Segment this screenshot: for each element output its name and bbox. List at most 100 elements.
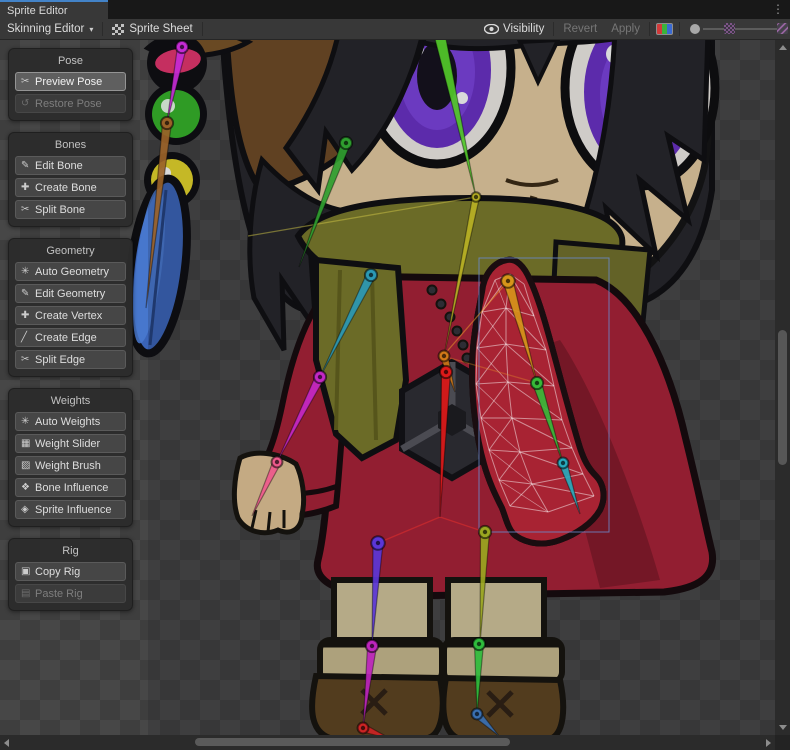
visibility-label: Visibility — [503, 23, 544, 35]
auto-weights-button[interactable]: ✳Auto Weights — [15, 412, 126, 431]
tool-button-label: Edit Geometry — [35, 288, 105, 300]
tab-bar: Sprite Editor ⋮ — [0, 0, 790, 19]
split-bone-button[interactable]: ✂Split Bone — [15, 200, 126, 219]
restore-pose-button[interactable]: ↺Restore Pose — [15, 94, 126, 113]
bone-influence-icon: ❖ — [21, 482, 35, 493]
tool-group-pose: Pose ✂Preview Pose ↺Restore Pose — [8, 48, 133, 121]
scroll-down-icon[interactable] — [779, 725, 787, 730]
tool-button-label: Copy Rig — [35, 566, 80, 578]
vertical-scrollbar[interactable] — [775, 40, 790, 735]
scroll-right-icon[interactable] — [766, 739, 771, 747]
weight-slider-button[interactable]: ▦Weight Slider — [15, 434, 126, 453]
scroll-up-icon[interactable] — [779, 45, 787, 50]
revert-button[interactable]: Revert — [556, 19, 604, 39]
sprite-opacity-slider[interactable] — [688, 19, 788, 39]
panel-title: Bones — [15, 137, 126, 153]
toolbar: Skinning Editor ▾ Sprite Sheet Visibilit… — [0, 19, 790, 40]
tab-title: Sprite Editor — [7, 5, 68, 17]
tool-button-label: Restore Pose — [35, 98, 102, 110]
scroll-left-icon[interactable] — [4, 739, 9, 747]
bone-color-toggle[interactable] — [656, 23, 673, 35]
tool-group-geometry: Geometry✳Auto Geometry✎Edit Geometry✚Cre… — [8, 238, 133, 377]
chevron-down-icon: ▾ — [89, 25, 93, 34]
tool-button-label: Sprite Influence — [35, 504, 111, 516]
create-edge-button[interactable]: ╱Create Edge — [15, 328, 126, 347]
sprite-sheet-button[interactable]: Sprite Sheet — [105, 19, 199, 39]
panel-title: Geometry — [15, 243, 126, 259]
toolbar-separator — [649, 22, 650, 36]
tool-button-label: Bone Influence — [35, 482, 108, 494]
bone-influence-button[interactable]: ❖Bone Influence — [15, 478, 126, 497]
tool-button-label: Create Vertex — [35, 310, 102, 322]
sprite-opacity-icon — [724, 23, 735, 34]
vertical-scrollbar-thumb[interactable] — [778, 330, 787, 465]
mesh-opacity-icon — [777, 23, 788, 34]
tool-button-label: Weight Brush — [35, 460, 101, 472]
weight-slider-icon: ▦ — [21, 438, 35, 449]
edit-geometry-icon: ✎ — [21, 288, 35, 299]
create-vertex-icon: ✚ — [21, 310, 35, 321]
auto-weights-icon: ✳ — [21, 416, 35, 427]
tool-button-label: Paste Rig — [35, 588, 83, 600]
create-vertex-button[interactable]: ✚Create Vertex — [15, 306, 126, 325]
restore-pose-icon: ↺ — [21, 98, 35, 109]
revert-label: Revert — [563, 23, 597, 35]
overflow-menu-icon[interactable]: ⋮ — [772, 1, 784, 18]
edit-geometry-button[interactable]: ✎Edit Geometry — [15, 284, 126, 303]
skinning-editor-dropdown[interactable]: Skinning Editor ▾ — [0, 19, 100, 39]
toolbar-right: Visibility Revert Apply — [477, 19, 788, 39]
paste-rig-icon: ▤ — [21, 588, 35, 599]
tool-button-label: Create Bone — [35, 182, 97, 194]
tool-panels: Pose✂Preview Pose↺Restore PoseBones✎Edit… — [8, 48, 133, 622]
split-bone-icon: ✂ — [21, 204, 35, 215]
tool-button-label: Edit Bone — [35, 160, 83, 172]
sprite-influence-icon: ◈ — [21, 504, 35, 515]
auto-geometry-button[interactable]: ✳Auto Geometry — [15, 262, 126, 281]
copy-rig-button[interactable]: ▣Copy Rig — [15, 562, 126, 581]
split-edge-icon: ✂ — [21, 354, 35, 365]
tab-sprite-editor[interactable]: Sprite Editor — [0, 0, 108, 19]
visibility-button[interactable]: Visibility — [477, 19, 551, 39]
tool-group-rig: Rig▣Copy Rig▤Paste Rig — [8, 538, 133, 611]
horizontal-scrollbar-thumb[interactable] — [195, 738, 510, 746]
toolbar-separator — [202, 22, 203, 36]
apply-button[interactable]: Apply — [604, 19, 647, 39]
toolbar-separator — [679, 22, 680, 36]
paste-rig-button[interactable]: ▤Paste Rig — [15, 584, 126, 603]
tool-group-bones: Bones✎Edit Bone✚Create Bone✂Split Bone — [8, 132, 133, 227]
horizontal-scrollbar[interactable] — [0, 735, 775, 750]
tool-button-label: Weight Slider — [35, 438, 100, 450]
preview-pose-button[interactable]: ✂Preview Pose — [15, 72, 126, 91]
toolbar-separator — [553, 22, 554, 36]
apply-label: Apply — [611, 23, 640, 35]
weight-brush-button[interactable]: ▨Weight Brush — [15, 456, 126, 475]
eye-icon — [484, 24, 499, 34]
tool-button-label: Split Bone — [35, 204, 85, 216]
create-bone-icon: ✚ — [21, 182, 35, 193]
tool-button-label: Split Edge — [35, 354, 85, 366]
preview-pose-icon: ✂ — [21, 76, 35, 87]
edit-bone-icon: ✎ — [21, 160, 35, 171]
tool-button-label: Create Edge — [35, 332, 97, 344]
sprite-sheet-label: Sprite Sheet — [129, 23, 192, 35]
auto-geometry-icon: ✳ — [21, 266, 35, 277]
split-edge-button[interactable]: ✂Split Edge — [15, 350, 126, 369]
create-edge-icon: ╱ — [21, 332, 35, 343]
tool-button-label: Auto Weights — [35, 416, 100, 428]
slider-track[interactable] — [703, 28, 785, 30]
tool-group-weights: Weights✳Auto Weights▦Weight Slider▨Weigh… — [8, 388, 133, 527]
sprite-sheet-icon — [112, 24, 124, 35]
sprite-dim-overlay — [148, 40, 775, 735]
toolbar-separator — [102, 22, 103, 36]
panel-title: Pose — [15, 53, 126, 69]
panel-title: Weights — [15, 393, 126, 409]
skinning-editor-label: Skinning Editor — [7, 23, 84, 35]
toolbar-left: Skinning Editor ▾ Sprite Sheet — [0, 19, 205, 39]
sprite-influence-button[interactable]: ◈Sprite Influence — [15, 500, 126, 519]
scrollbar-corner — [775, 735, 790, 750]
create-bone-button[interactable]: ✚Create Bone — [15, 178, 126, 197]
tool-button-label: Auto Geometry — [35, 266, 109, 278]
edit-bone-button[interactable]: ✎Edit Bone — [15, 156, 126, 175]
copy-rig-icon: ▣ — [21, 566, 35, 577]
slider-knob[interactable] — [690, 24, 700, 34]
